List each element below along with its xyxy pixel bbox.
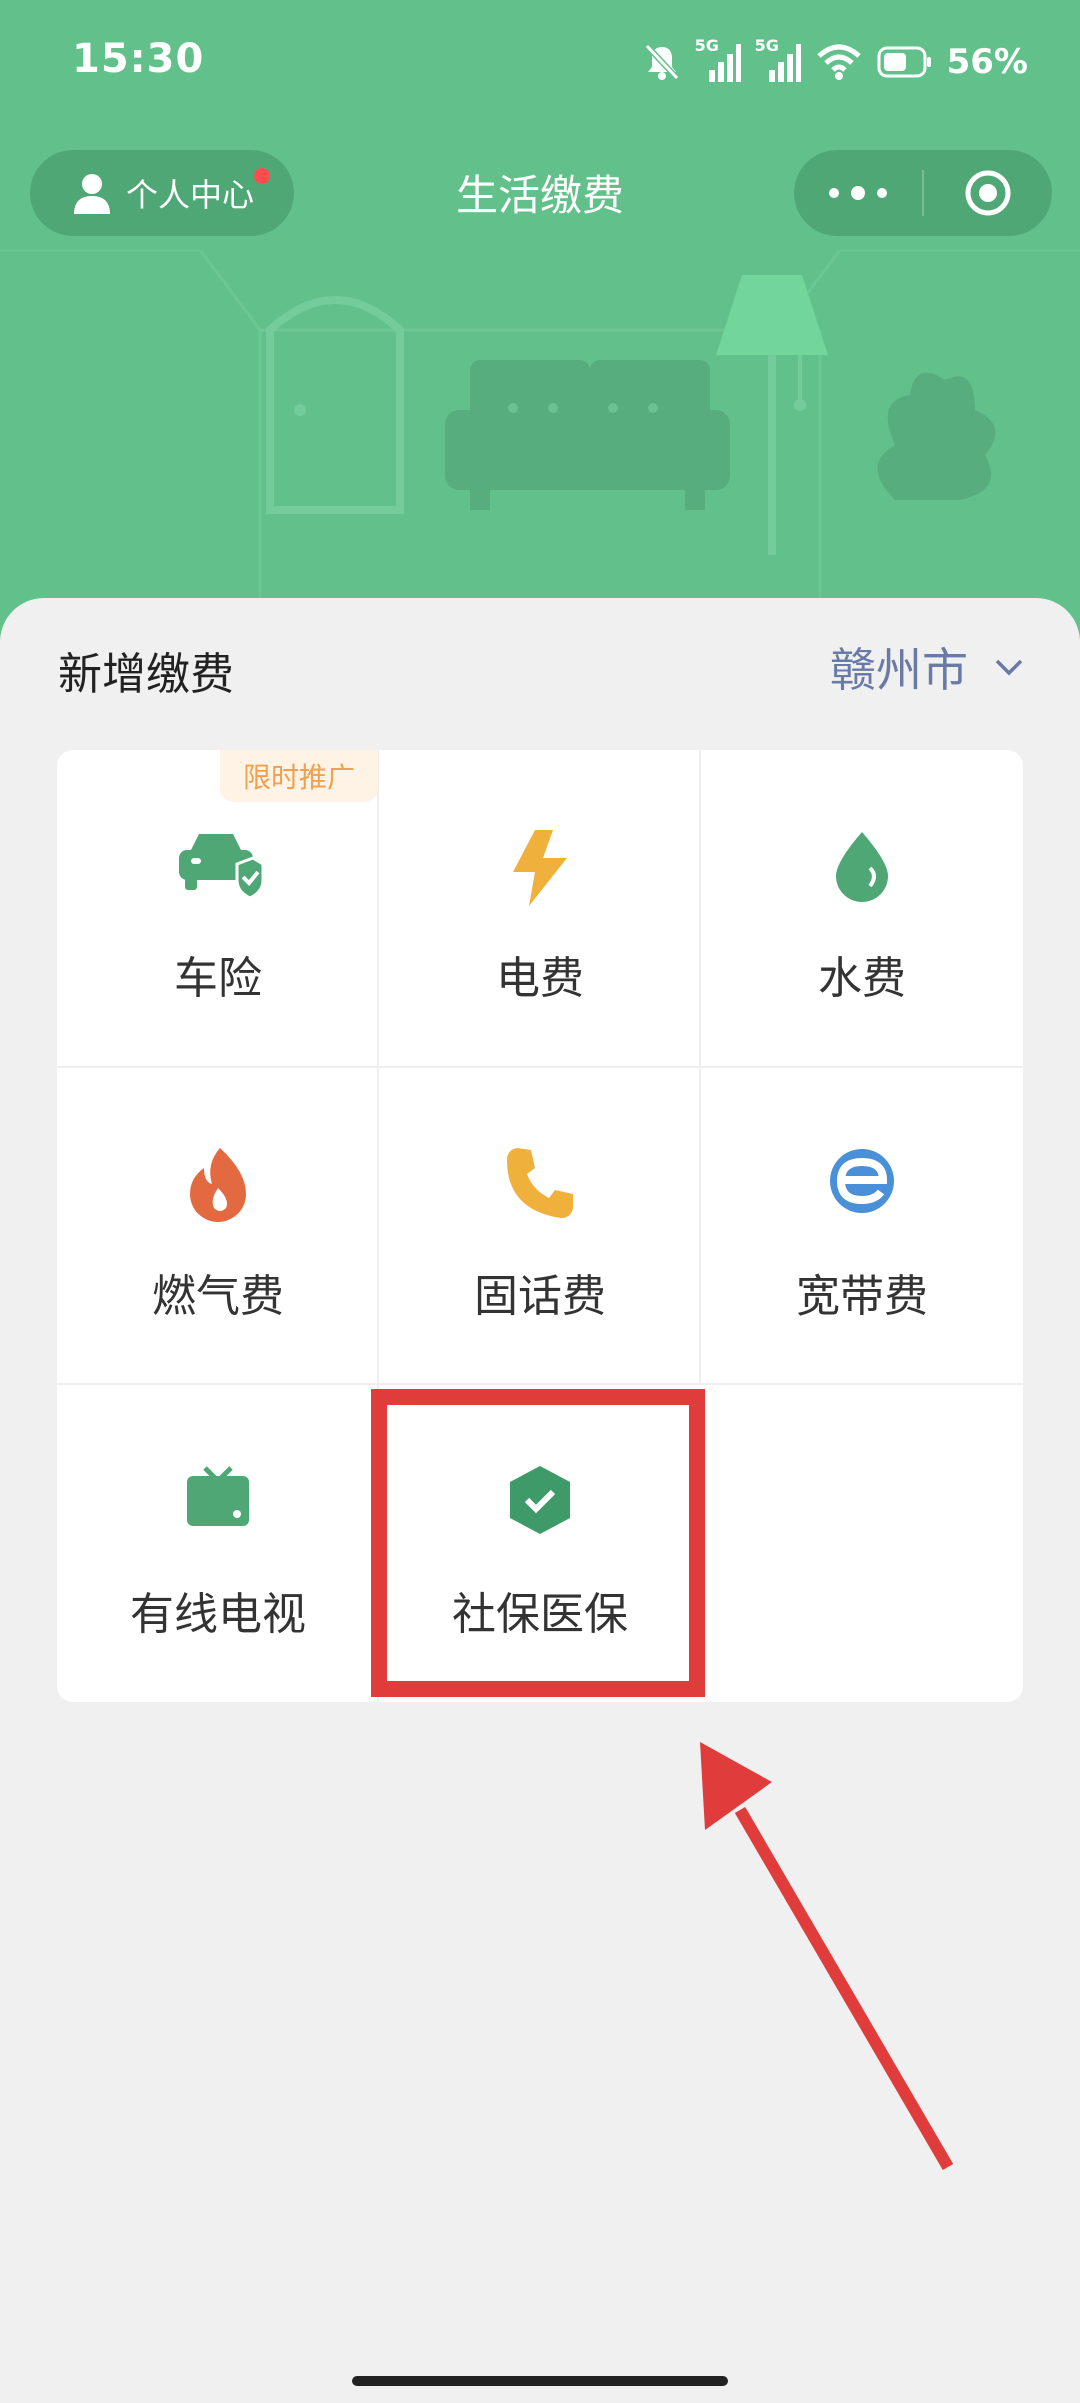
service-cable-tv[interactable]: 有线电视 [57, 1386, 379, 1702]
service-label: 燃气费 [152, 1271, 284, 1322]
service-car-insurance[interactable]: 限时推广 车险 [57, 750, 379, 1067]
service-landline[interactable]: 固话费 [379, 1068, 701, 1385]
phone-icon [507, 1148, 573, 1218]
mute-bell-icon [644, 43, 679, 81]
car-shield-icon [179, 834, 263, 898]
battery-percent: 56% [946, 42, 1028, 82]
flame-icon [190, 1148, 246, 1222]
service-label: 有线电视 [130, 1589, 306, 1640]
service-label: 宽带费 [796, 1271, 928, 1322]
service-electricity[interactable]: 电费 [379, 750, 701, 1067]
service-label: 固话费 [474, 1271, 606, 1322]
broadband-e-icon [830, 1149, 894, 1213]
water-drop-icon [836, 832, 888, 902]
service-gas[interactable]: 燃气费 [57, 1068, 379, 1385]
mini-program-capsule [794, 150, 1052, 236]
city-selector[interactable]: 赣州市 [830, 634, 1024, 700]
home-indicator[interactable] [352, 2376, 728, 2386]
more-dots-icon[interactable] [794, 186, 922, 200]
home-illustration [0, 250, 1080, 640]
tv-icon [187, 1466, 249, 1526]
annotation-arrow [700, 1742, 954, 2171]
promo-badge: 限时推广 [220, 750, 378, 802]
header-banner: 15:30 5G 5G 56% 个人中心 生活缴费 [0, 0, 1080, 640]
chevron-down-icon [995, 659, 1023, 676]
status-bar: 15:30 5G 5G 56% [0, 0, 1080, 120]
wifi-icon [816, 44, 861, 80]
service-label: 车险 [174, 953, 262, 1004]
battery-icon [877, 46, 931, 78]
status-icons: 5G 5G 56% [643, 36, 1028, 86]
service-label: 水费 [818, 953, 906, 1004]
service-water[interactable]: 水费 [701, 750, 1023, 1067]
annotation-highlight-box [371, 1389, 705, 1697]
lightning-icon [513, 830, 567, 906]
service-broadband[interactable]: 宽带费 [701, 1068, 1023, 1385]
target-circle-icon[interactable] [924, 168, 1052, 218]
city-name: 赣州市 [830, 643, 968, 697]
nav-bar: 个人中心 生活缴费 [0, 148, 1080, 238]
signal-icon: 5G [695, 36, 741, 84]
signal-icon-2: 5G [755, 36, 801, 84]
status-time: 15:30 [72, 36, 205, 82]
section-title: 新增缴费 [58, 649, 234, 700]
service-label: 电费 [496, 953, 584, 1004]
